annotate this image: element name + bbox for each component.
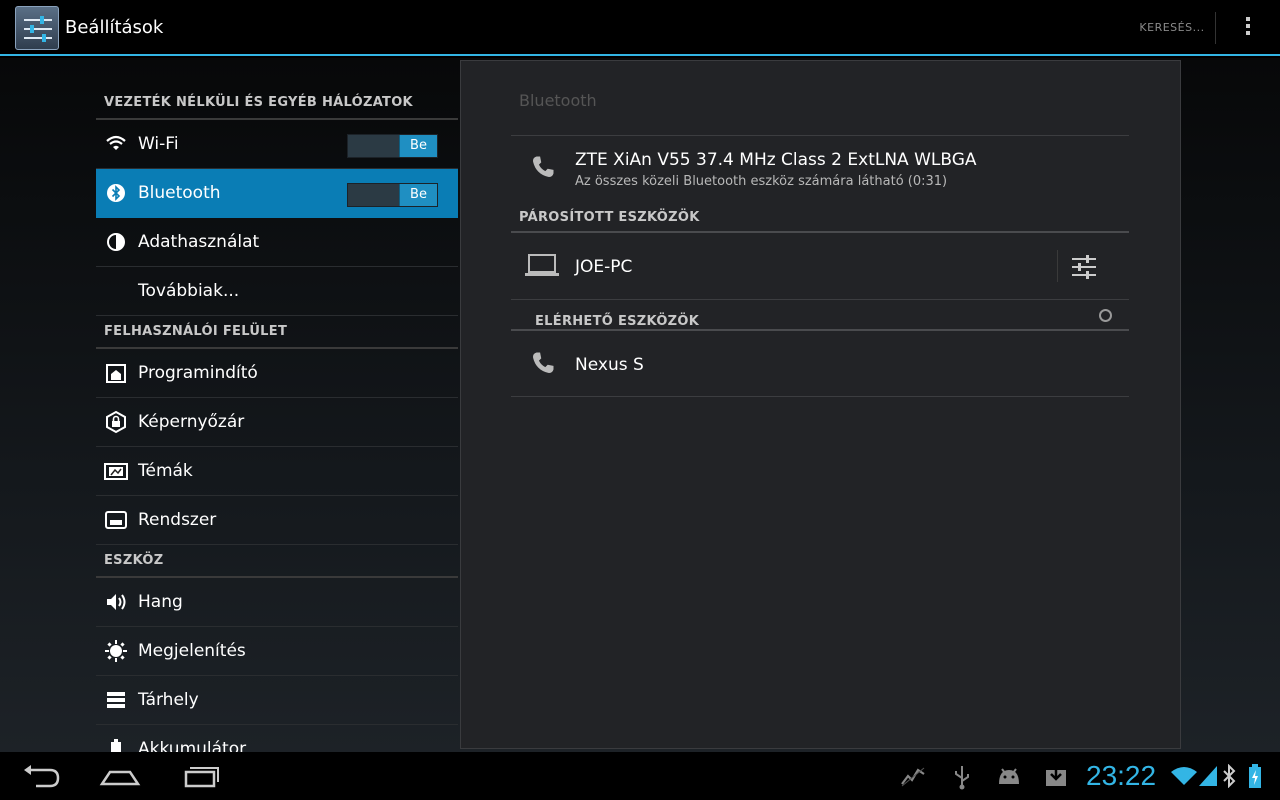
search-button[interactable]: KERESÉS... [1132, 12, 1212, 44]
activity-graph-icon[interactable] [900, 764, 926, 792]
settings-list: VEZETÉK NÉLKÜLI ÉS EGYÉB HÁLÓZATOK Wi-Fi… [96, 58, 459, 752]
settings-item-label: Akkumulátor [138, 739, 247, 752]
device-visibility-status: Az összes közeli Bluetooth eszköz számár… [575, 174, 948, 189]
wifi-icon [104, 132, 128, 156]
this-device-row[interactable]: ZTE XiAn V55 37.4 MHz Class 2 ExtLNA WLB… [511, 137, 1129, 195]
data-usage-icon [104, 230, 128, 254]
settings-item-label: Megjelenítés [138, 641, 246, 661]
device-settings-icon[interactable] [1071, 254, 1097, 284]
settings-item-label: Adathasználat [138, 232, 260, 252]
android-debug-icon[interactable] [995, 764, 1023, 792]
section-header-device: ESZKÖZ [96, 546, 458, 578]
phone-icon [529, 153, 557, 185]
system-bar: 23:22 [0, 752, 1280, 800]
divider [1057, 250, 1058, 282]
bluetooth-toggle[interactable]: Be [347, 183, 438, 207]
bluetooth-status-icon[interactable] [1221, 763, 1237, 792]
section-header-user-interface: FELHASZNÁLÓI FELÜLET [96, 317, 458, 349]
recent-apps-button[interactable] [176, 760, 224, 792]
settings-item-sound[interactable]: Hang [96, 578, 458, 627]
bluetooth-icon [104, 181, 128, 205]
wifi-signal-icon[interactable] [1170, 766, 1198, 790]
section-header-wireless: VEZETÉK NÉLKÜLI ÉS EGYÉB HÁLÓZATOK [96, 88, 458, 120]
settings-item-battery[interactable]: Akkumulátor [96, 725, 458, 752]
paired-devices-header: PÁROSÍTOTT ESZKÖZÖK [519, 210, 700, 225]
laptop-icon [525, 253, 559, 283]
toggle-on-label: Be [399, 184, 437, 206]
settings-item-display[interactable]: Megjelenítés [96, 627, 458, 676]
settings-item-label: Wi-Fi [138, 134, 179, 154]
app-title: Beállítások [65, 17, 164, 38]
settings-item-label: Képernyőzár [138, 412, 245, 432]
device-name: ZTE XiAn V55 37.4 MHz Class 2 ExtLNA WLB… [575, 150, 977, 170]
settings-item-label: Tárhely [138, 690, 199, 710]
settings-item-bluetooth[interactable]: Bluetooth Be [96, 169, 458, 218]
cell-signal-icon[interactable] [1198, 765, 1218, 791]
themes-icon [104, 459, 128, 483]
home-button[interactable] [96, 760, 144, 792]
storage-icon [104, 688, 128, 712]
bluetooth-settings-panel: Bluetooth ZTE XiAn V55 37.4 MHz Class 2 … [460, 60, 1181, 749]
settings-item-label: Továbbiak... [138, 281, 240, 301]
paired-device-name: JOE-PC [575, 257, 633, 277]
divider [511, 396, 1129, 397]
paired-device-row[interactable]: JOE-PC [511, 233, 1129, 299]
settings-item-wifi[interactable]: Wi-Fi Be [96, 120, 458, 169]
settings-item-more[interactable]: Továbbiak... [96, 267, 458, 316]
settings-item-data-usage[interactable]: Adathasználat [96, 218, 458, 267]
available-device-name: Nexus S [575, 355, 644, 375]
system-icon [104, 508, 128, 532]
toggle-on-label: Be [399, 135, 437, 157]
phone-icon [529, 349, 557, 381]
scanning-spinner-icon [1099, 309, 1112, 322]
battery-icon [104, 737, 128, 752]
action-bar: Beállítások KERESÉS... [0, 0, 1280, 56]
back-button[interactable] [16, 760, 64, 792]
settings-item-label: Programindító [138, 363, 258, 383]
settings-item-label: Bluetooth [138, 183, 221, 203]
divider [511, 299, 1129, 300]
clock[interactable]: 23:22 [1086, 760, 1156, 792]
available-device-row[interactable]: Nexus S [511, 331, 1129, 397]
lock-icon [104, 410, 128, 434]
overflow-menu-icon[interactable] [1236, 14, 1260, 42]
settings-app-icon[interactable] [15, 6, 59, 50]
wifi-toggle[interactable]: Be [347, 134, 438, 158]
actionbar-divider [1215, 12, 1216, 44]
available-devices-header: ELÉRHETŐ ESZKÖZÖK [535, 314, 700, 329]
usb-icon[interactable] [952, 764, 972, 794]
settings-item-label: Rendszer [138, 510, 217, 530]
settings-item-themes[interactable]: Témák [96, 447, 458, 496]
settings-item-lockscreen[interactable]: Képernyőzár [96, 398, 458, 447]
settings-item-label: Témák [138, 461, 193, 481]
sound-icon [104, 590, 128, 614]
launcher-icon [104, 361, 128, 385]
panel-title: Bluetooth [519, 91, 597, 110]
settings-item-launcher[interactable]: Programindító [96, 349, 458, 398]
settings-item-system[interactable]: Rendszer [96, 496, 458, 545]
settings-item-storage[interactable]: Tárhely [96, 676, 458, 725]
display-icon [104, 639, 128, 663]
settings-item-label: Hang [138, 592, 183, 612]
divider [511, 135, 1129, 136]
download-icon[interactable] [1044, 764, 1068, 792]
battery-charging-icon[interactable] [1248, 763, 1262, 793]
